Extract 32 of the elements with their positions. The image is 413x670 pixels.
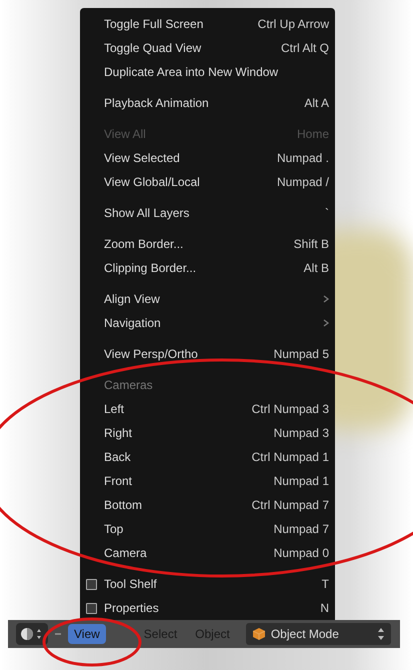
mode-dropdown[interactable]: Object Mode — [246, 623, 391, 645]
menu-item[interactable]: Top Numpad 7 — [80, 517, 335, 541]
menu-item[interactable]: Show All Layers ` — [80, 201, 335, 225]
menu-item[interactable]: Toggle Full Screen Ctrl Up Arrow — [80, 12, 335, 36]
up-down-arrows-icon — [376, 627, 385, 641]
sphere-icon — [20, 626, 44, 642]
header-menu[interactable]: View — [68, 624, 106, 644]
menu-item[interactable]: Toggle Quad View Ctrl Alt Q — [80, 36, 335, 60]
menu-item[interactable]: View Persp/Ortho Numpad 5 — [80, 342, 335, 366]
menu-item[interactable]: Bottom Ctrl Numpad 7 — [80, 493, 335, 517]
menu-item[interactable]: Left Ctrl Numpad 3 — [80, 397, 335, 421]
checkbox-menu-item[interactable]: Tool Shelf T — [80, 572, 335, 596]
menu-item[interactable]: Camera Numpad 0 — [80, 541, 335, 565]
menu-item[interactable]: Clipping Border... Alt B — [80, 256, 335, 280]
chevron-right-icon — [323, 319, 329, 327]
menu-item[interactable]: Duplicate Area into New Window — [80, 60, 335, 84]
menu-item[interactable]: View Global/Local Numpad / — [80, 170, 335, 194]
editor-type-button[interactable] — [16, 623, 48, 645]
checkbox-menu-item[interactable]: Properties N — [80, 596, 335, 620]
chevron-right-icon — [323, 295, 329, 303]
submenu-item[interactable]: Navigation — [80, 311, 335, 335]
menu-heading: Cameras — [103, 377, 154, 394]
submenu-item[interactable]: Align View — [80, 287, 335, 311]
menu-item[interactable]: Front Numpad 1 — [80, 469, 335, 493]
checkbox[interactable] — [86, 602, 97, 614]
checkbox[interactable] — [86, 578, 97, 590]
menu-item[interactable]: Back Ctrl Numpad 1 — [80, 445, 335, 469]
menu-item[interactable]: Zoom Border... Shift B — [80, 232, 335, 256]
cube-icon — [252, 627, 266, 641]
menu-item[interactable]: View Selected Numpad . — [80, 146, 335, 170]
menu-item[interactable]: Right Numpad 3 — [80, 421, 335, 445]
menu-item[interactable]: Playback Animation Alt A — [80, 91, 335, 115]
